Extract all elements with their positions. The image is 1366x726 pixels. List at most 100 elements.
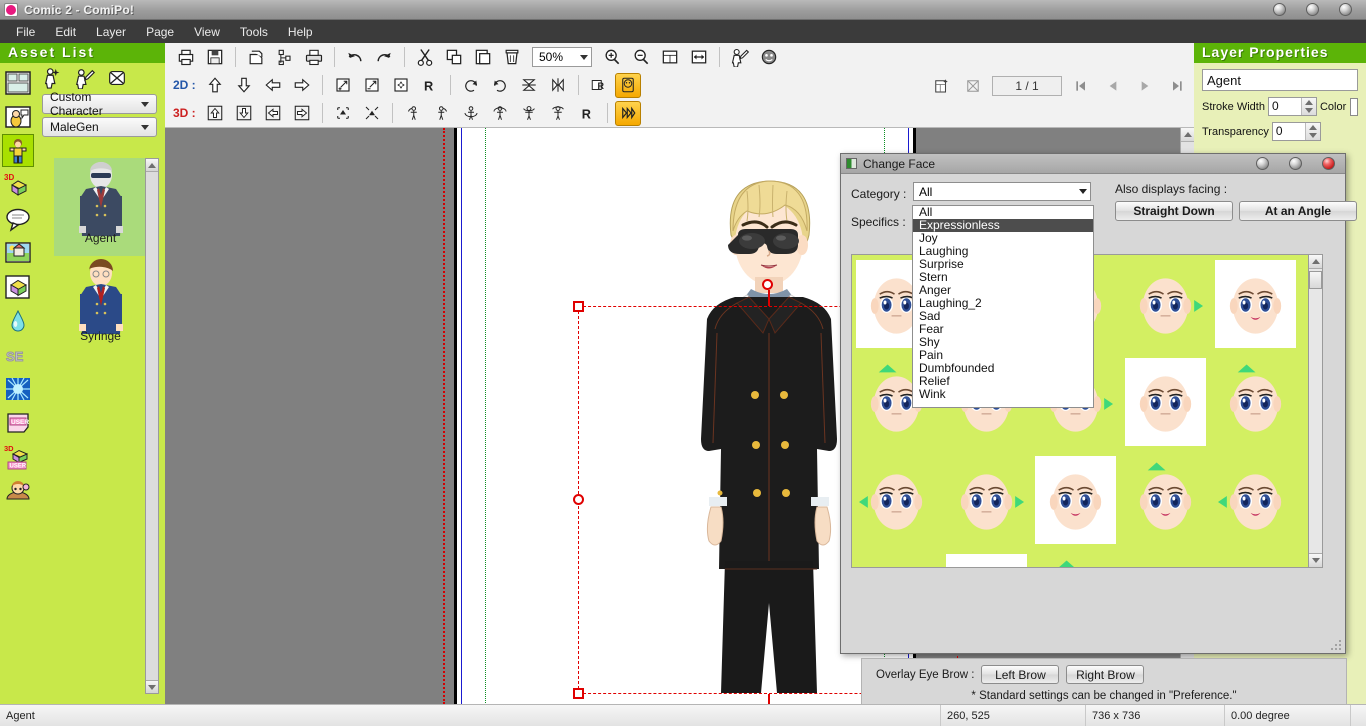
zoom-level-combo[interactable]: 50% bbox=[532, 47, 592, 67]
asset-thumbnail-agent[interactable]: Agent bbox=[54, 158, 148, 256]
face-thumbnail[interactable] bbox=[1121, 353, 1211, 451]
stroke-width-stepper[interactable]: 0 bbox=[1268, 97, 1317, 116]
rail-mascot[interactable] bbox=[2, 474, 34, 507]
transparency-down[interactable] bbox=[1306, 132, 1320, 141]
next-pose-button[interactable] bbox=[615, 101, 641, 126]
next-page-button[interactable] bbox=[1132, 73, 1158, 98]
move-up-button[interactable] bbox=[202, 73, 228, 98]
face-grid-scroll-thumb[interactable] bbox=[1309, 271, 1322, 289]
asset-thumbnail-syringe[interactable]: Syringe bbox=[54, 256, 148, 354]
close-button[interactable] bbox=[1339, 3, 1352, 16]
dropdown-option[interactable]: Wink bbox=[913, 388, 1093, 401]
move3d-left-button[interactable] bbox=[260, 101, 286, 126]
page-tree-button[interactable] bbox=[272, 45, 298, 70]
straight-down-button[interactable]: Straight Down bbox=[1115, 201, 1233, 221]
zoom-in-button[interactable] bbox=[599, 45, 625, 70]
asset-category-combo[interactable]: Custom Character bbox=[42, 94, 157, 114]
turn3d-right-button[interactable] bbox=[545, 101, 571, 126]
rotate-ccw-button[interactable] bbox=[458, 73, 484, 98]
stroke-width-up[interactable] bbox=[1302, 98, 1316, 107]
category-select[interactable]: All bbox=[913, 182, 1091, 201]
tilt3d-up-button[interactable] bbox=[487, 101, 513, 126]
face-thumbnail[interactable] bbox=[942, 549, 1032, 568]
rail-background[interactable] bbox=[2, 236, 34, 269]
scale-down-button[interactable] bbox=[359, 73, 385, 98]
move-left-button[interactable] bbox=[260, 73, 286, 98]
stroke-width-down[interactable] bbox=[1302, 107, 1316, 116]
menu-layer[interactable]: Layer bbox=[86, 22, 136, 42]
delete-button[interactable] bbox=[499, 45, 525, 70]
move-down-button[interactable] bbox=[231, 73, 257, 98]
rail-flash-effect[interactable] bbox=[2, 372, 34, 405]
rail-3d-model[interactable]: 3D bbox=[2, 168, 34, 201]
rotate3d-right-button[interactable] bbox=[429, 101, 455, 126]
face-thumbnail[interactable] bbox=[942, 451, 1032, 549]
edit-character-icon[interactable] bbox=[74, 67, 96, 89]
save-button[interactable] bbox=[202, 45, 228, 70]
menu-view[interactable]: View bbox=[184, 22, 230, 42]
reset-3d-button[interactable]: R bbox=[574, 101, 600, 126]
redo-button[interactable] bbox=[371, 45, 397, 70]
maximize-button[interactable] bbox=[1306, 3, 1319, 16]
turn3d-left-button[interactable] bbox=[516, 101, 542, 126]
move-right-button[interactable] bbox=[289, 73, 315, 98]
zoom-out-button[interactable] bbox=[628, 45, 654, 70]
face-thumbnail[interactable] bbox=[852, 451, 942, 549]
fit-width-button[interactable] bbox=[686, 45, 712, 70]
dialog-resize-grip[interactable] bbox=[1331, 640, 1343, 652]
transparency-up[interactable] bbox=[1306, 123, 1320, 132]
cut-button[interactable] bbox=[412, 45, 438, 70]
face-grid-scroll-up[interactable] bbox=[1309, 255, 1322, 269]
zoom3d-in-button[interactable] bbox=[330, 101, 356, 126]
menu-edit[interactable]: Edit bbox=[45, 22, 86, 42]
rail-panel-layout[interactable] bbox=[2, 66, 34, 99]
scroll-up-button[interactable] bbox=[146, 159, 158, 172]
print-button[interactable] bbox=[301, 45, 327, 70]
face-thumbnail[interactable] bbox=[1031, 549, 1121, 568]
rail-user-3d[interactable]: 3D USER bbox=[2, 440, 34, 473]
paste-button[interactable] bbox=[470, 45, 496, 70]
change-face-toolbar-button[interactable] bbox=[615, 73, 641, 98]
rail-user-image[interactable]: USER bbox=[2, 406, 34, 439]
dialog-maximize-button[interactable] bbox=[1289, 157, 1302, 170]
new-character-icon[interactable] bbox=[42, 67, 64, 89]
face-thumbnail[interactable] bbox=[1210, 549, 1300, 568]
rotate-cw-button[interactable] bbox=[487, 73, 513, 98]
face-thumbnail[interactable] bbox=[1210, 451, 1300, 549]
flip-vertical-button[interactable] bbox=[516, 73, 542, 98]
tilt3d-down-button[interactable] bbox=[458, 101, 484, 126]
reset-2d-button[interactable]: R bbox=[417, 73, 443, 98]
delete-character-icon[interactable] bbox=[106, 67, 128, 89]
minimize-button[interactable] bbox=[1273, 3, 1286, 16]
new-page-button[interactable] bbox=[243, 45, 269, 70]
menu-page[interactable]: Page bbox=[136, 22, 184, 42]
face-thumbnail[interactable] bbox=[1121, 451, 1211, 549]
fit-page-button[interactable] bbox=[657, 45, 683, 70]
face-thumbnail[interactable] bbox=[1121, 255, 1211, 353]
fit-selection-button[interactable] bbox=[388, 73, 414, 98]
face-thumbnail[interactable] bbox=[1031, 451, 1121, 549]
rail-sound-effect[interactable]: SE bbox=[2, 338, 34, 371]
move3d-right-button[interactable] bbox=[289, 101, 315, 126]
face-thumbnail[interactable] bbox=[1210, 255, 1300, 353]
dialog-minimize-button[interactable] bbox=[1256, 157, 1269, 170]
scroll-down-button[interactable] bbox=[146, 680, 158, 693]
at-an-angle-button[interactable]: At an Angle bbox=[1239, 201, 1357, 221]
asset-model-combo[interactable]: MaleGen bbox=[42, 117, 157, 137]
menu-help[interactable]: Help bbox=[278, 22, 323, 42]
undo-button[interactable] bbox=[342, 45, 368, 70]
delete-page-button[interactable] bbox=[960, 73, 986, 98]
rotate3d-left-button[interactable] bbox=[400, 101, 426, 126]
layer-name-input[interactable] bbox=[1202, 69, 1358, 91]
menu-tools[interactable]: Tools bbox=[230, 22, 278, 42]
print-preview-button[interactable] bbox=[173, 45, 199, 70]
dropdown-option[interactable]: Laughing_2 bbox=[913, 297, 1093, 310]
face-thumbnail[interactable] bbox=[1210, 353, 1300, 451]
face-grid-scrollbar[interactable] bbox=[1308, 255, 1322, 567]
left-brow-button[interactable]: Left Brow bbox=[981, 665, 1059, 684]
menu-file[interactable]: File bbox=[6, 22, 45, 42]
first-page-button[interactable] bbox=[1068, 73, 1094, 98]
rail-speech-panel[interactable] bbox=[2, 100, 34, 133]
face-thumbnail[interactable] bbox=[852, 549, 942, 568]
rail-effect[interactable] bbox=[2, 304, 34, 337]
